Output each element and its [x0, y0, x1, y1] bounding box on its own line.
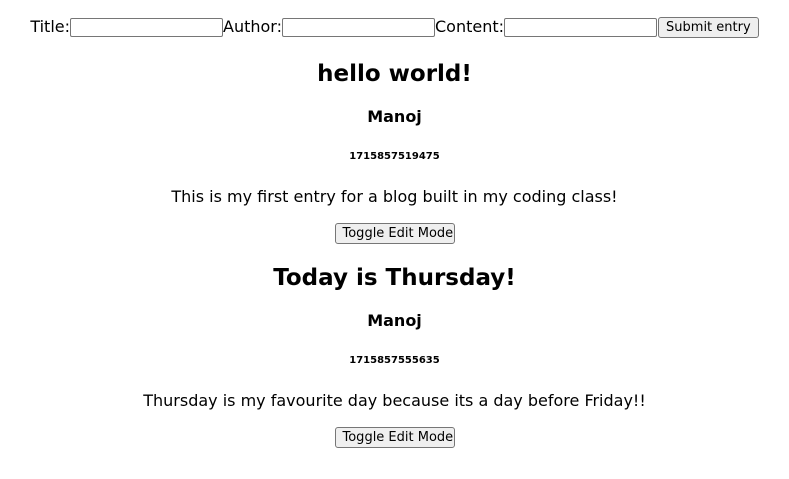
entry-title: hello world! [317, 61, 472, 87]
entry-author: Manoj [367, 311, 422, 330]
entry-title: Today is Thursday! [273, 265, 516, 291]
toggle-edit-mode-button[interactable]: Toggle Edit Mode [334, 223, 455, 244]
author-label: Author: [223, 17, 282, 36]
title-input[interactable] [70, 17, 224, 37]
author-input[interactable] [282, 17, 435, 37]
entry-content: This is my first entry for a blog built … [171, 187, 618, 206]
entry-actions: Toggle Edit Mode [0, 222, 789, 244]
entry-content: Thursday is my favourite day because its… [143, 391, 646, 410]
entry-actions: Toggle Edit Mode [0, 426, 789, 448]
submit-entry-button[interactable]: Submit entry [658, 16, 759, 38]
entry-timestamp: 1715857519475 [349, 151, 440, 162]
content-label: Content: [435, 17, 505, 36]
entry-timestamp: 1715857555635 [349, 355, 440, 366]
entry-author: Manoj [367, 107, 422, 126]
entry-form: Title: Author: Content: Submit entry [0, 16, 789, 38]
title-label: Title: [30, 17, 71, 36]
page: Title: Author: Content: Submit entry hel… [0, 0, 789, 479]
content-input[interactable] [504, 17, 658, 37]
toggle-edit-mode-button[interactable]: Toggle Edit Mode [334, 427, 455, 448]
